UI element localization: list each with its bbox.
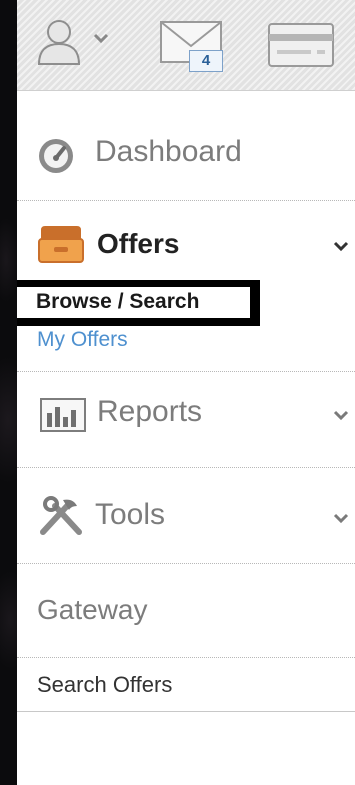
sidebar-item-label: Offers (97, 228, 180, 259)
divider (17, 371, 355, 372)
drawer-icon (38, 226, 84, 263)
user-icon[interactable] (35, 16, 83, 66)
sidebar-item-label: Tools (95, 498, 166, 531)
top-toolbar: 4 (17, 0, 355, 91)
sidebar-item-label: Dashboard (95, 135, 242, 168)
sidebar-item-search-offers[interactable]: Search Offers (17, 658, 355, 712)
sidebar-nav: Dashboard Offers My Offers Reports Tools… (17, 91, 355, 785)
chevron-down-icon[interactable] (93, 32, 109, 44)
sidebar-item-label: Reports (97, 395, 203, 428)
sidebar-subitem-my-offers[interactable]: My Offers (37, 328, 128, 352)
sidebar-item-offers[interactable]: Offers (17, 216, 355, 272)
sidebar-item-tools[interactable]: Tools (17, 468, 355, 564)
bar-chart-icon (40, 398, 86, 432)
sidebar-item-dashboard[interactable]: Dashboard (17, 121, 355, 201)
credit-card-icon[interactable] (267, 22, 335, 68)
chevron-down-icon[interactable] (333, 409, 349, 421)
chevron-down-icon[interactable] (333, 512, 349, 524)
sidebar-subitem-label: Browse / Search (36, 290, 200, 313)
dashboard-gauge-icon (39, 139, 73, 173)
sidebar-item-label: Gateway (37, 594, 148, 625)
sidebar-item-label: Search Offers (37, 672, 173, 697)
sidebar-item-reports[interactable]: Reports (17, 381, 355, 468)
tools-icon (40, 496, 82, 535)
mail-button[interactable]: 4 (159, 20, 225, 72)
sidebar-item-gateway[interactable]: Gateway (17, 564, 355, 658)
mail-count-badge: 4 (189, 50, 223, 72)
chevron-down-icon[interactable] (333, 240, 349, 252)
sidebar-subitem-browse-search[interactable]: Browse / Search (17, 287, 255, 323)
